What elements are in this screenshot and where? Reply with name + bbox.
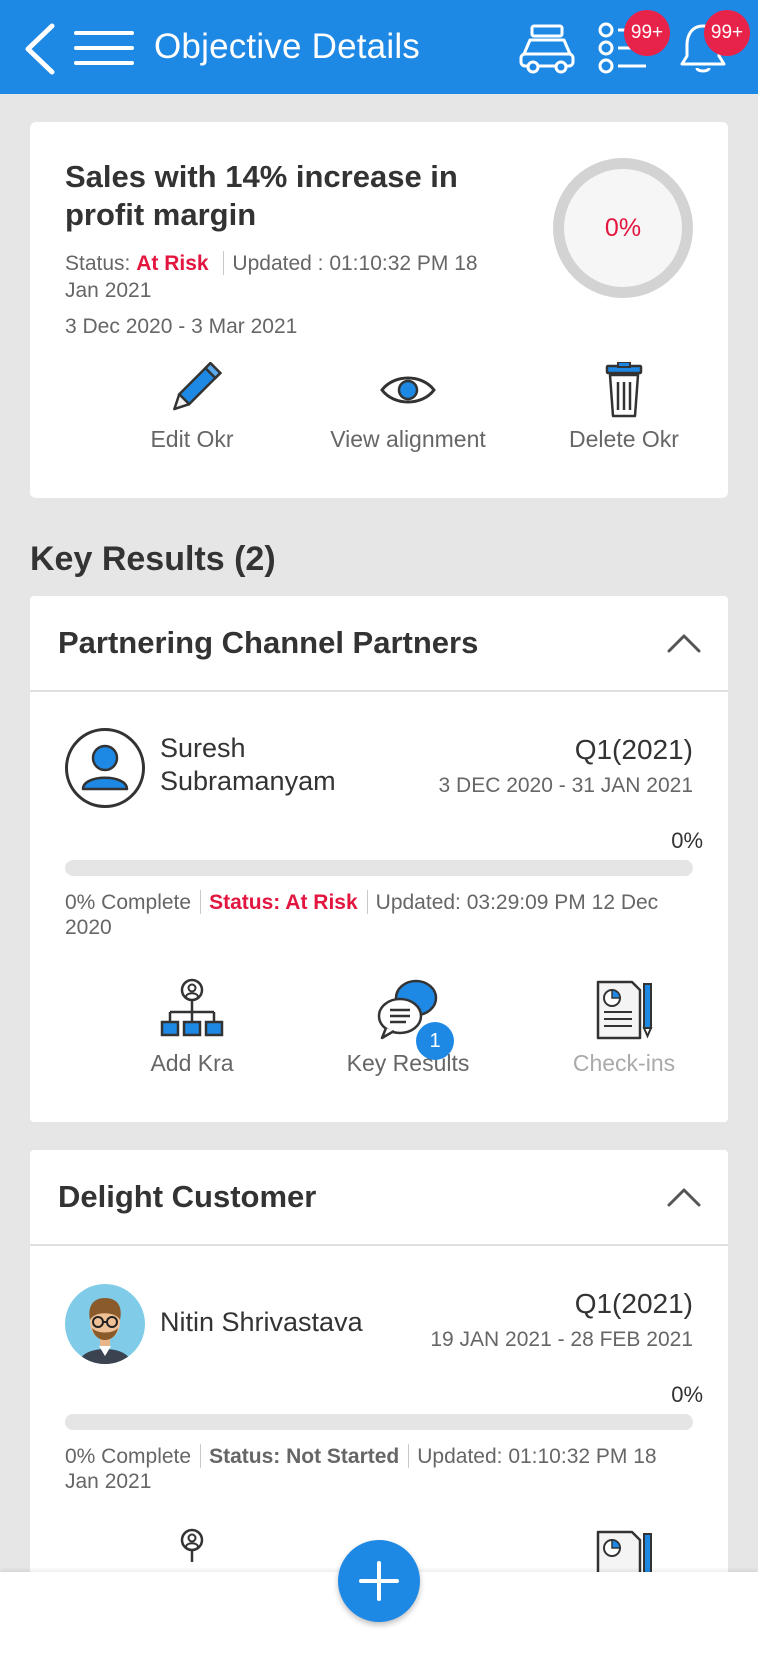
key-results-count-badge: 1 xyxy=(416,1022,454,1060)
date-range: 3 DEC 2020 - 31 JAN 2021 xyxy=(438,774,693,797)
progress-bar xyxy=(65,860,693,876)
divider xyxy=(366,890,368,914)
check-ins-label: Check-ins xyxy=(572,1050,676,1076)
back-arrow-icon[interactable] xyxy=(22,22,58,76)
view-alignment-button[interactable]: View alignment xyxy=(308,362,508,453)
notifications-badge: 99+ xyxy=(704,10,750,56)
delete-okr-button[interactable]: Delete Okr xyxy=(524,362,724,453)
person-avatar-icon xyxy=(79,1298,131,1364)
status-value: At Risk xyxy=(136,252,209,275)
key-results-button[interactable]: 1 Key Results xyxy=(308,978,508,1077)
quarter: Q1(2021) xyxy=(574,1288,693,1319)
objective-actions: Edit Okr View alignment Delete Okr xyxy=(30,362,728,472)
complete-text: 0% Complete xyxy=(65,891,192,914)
owner-name: Nitin Shrivastava xyxy=(160,1307,363,1337)
progress-ring: 0% xyxy=(553,158,693,298)
objective-title: Sales with 14% increase in profit margin xyxy=(65,159,458,232)
divider xyxy=(200,890,202,914)
edit-okr-label: Edit Okr xyxy=(150,426,234,452)
page-title: Objective Details xyxy=(154,27,421,66)
user-icon xyxy=(81,744,129,791)
complete-text: 0% Complete xyxy=(65,1445,192,1468)
key-result-header[interactable]: Partnering Channel Partners xyxy=(30,596,728,692)
org-chart-icon xyxy=(160,978,224,1037)
add-kra-button[interactable]: Add Kra xyxy=(92,978,292,1077)
view-alignment-label: View alignment xyxy=(330,426,486,452)
key-result-card: Delight Customer Nitin Shrivastava Q1(20… xyxy=(30,1150,728,1590)
tasks-badge: 99+ xyxy=(624,10,670,56)
chevron-up-icon[interactable] xyxy=(666,632,702,654)
key-result-card: Partnering Channel Partners Suresh Subra… xyxy=(30,596,728,1122)
progress-percent: 0% xyxy=(671,828,703,853)
objective-meta: Status: At Risk Updated : 01:10:32 PM 18… xyxy=(65,250,485,304)
hamburger-menu-icon[interactable] xyxy=(74,30,134,66)
objective-card: Sales with 14% increase in profit margin… xyxy=(30,122,728,498)
status-line: 0% Complete Status: At Risk Updated: 03:29… xyxy=(65,890,685,940)
avatar xyxy=(65,728,145,808)
car-icon[interactable] xyxy=(518,20,576,76)
progress-percent: 0% xyxy=(671,1382,703,1407)
owner-name: Suresh Subramanyam xyxy=(160,733,336,796)
divider xyxy=(223,251,225,275)
edit-okr-button[interactable]: Edit Okr xyxy=(92,362,292,453)
status-text: Status: At Risk xyxy=(209,891,358,914)
divider xyxy=(200,1444,202,1468)
delete-okr-label: Delete Okr xyxy=(569,426,679,452)
key-result-header[interactable]: Delight Customer xyxy=(30,1150,728,1246)
app-bar: Objective Details 99+ 99+ xyxy=(0,0,758,94)
key-results-heading: Key Results (2) xyxy=(30,540,276,578)
status-text: Status: Not Started xyxy=(209,1445,400,1468)
key-results-label: Key Results xyxy=(346,1050,470,1076)
quarter: Q1(2021) xyxy=(574,734,693,765)
key-result-name: Partnering Channel Partners xyxy=(58,625,479,660)
divider xyxy=(408,1444,410,1468)
status-label: Status: xyxy=(65,252,131,275)
status-line: 0% Complete Status: Not Started Updated: 0… xyxy=(65,1444,685,1494)
key-result-name: Delight Customer xyxy=(58,1179,317,1214)
check-ins-button[interactable]: Check-ins xyxy=(524,978,724,1077)
progress-bar xyxy=(65,1414,693,1430)
report-document-icon xyxy=(596,980,653,1040)
date-range: 19 JAN 2021 - 28 FEB 2021 xyxy=(430,1328,693,1351)
chevron-up-icon[interactable] xyxy=(666,1186,702,1208)
avatar xyxy=(65,1284,145,1364)
plus-icon xyxy=(359,1561,399,1601)
trash-icon xyxy=(605,362,643,418)
objective-dates: 3 Dec 2020 - 3 Mar 2021 xyxy=(65,315,298,338)
add-kra-label: Add Kra xyxy=(150,1050,234,1076)
pencil-icon xyxy=(173,362,222,411)
key-result-actions: Add Kra 1 Key Results Check-ins xyxy=(30,978,728,1088)
add-button[interactable] xyxy=(338,1540,420,1622)
eye-icon xyxy=(380,376,436,404)
